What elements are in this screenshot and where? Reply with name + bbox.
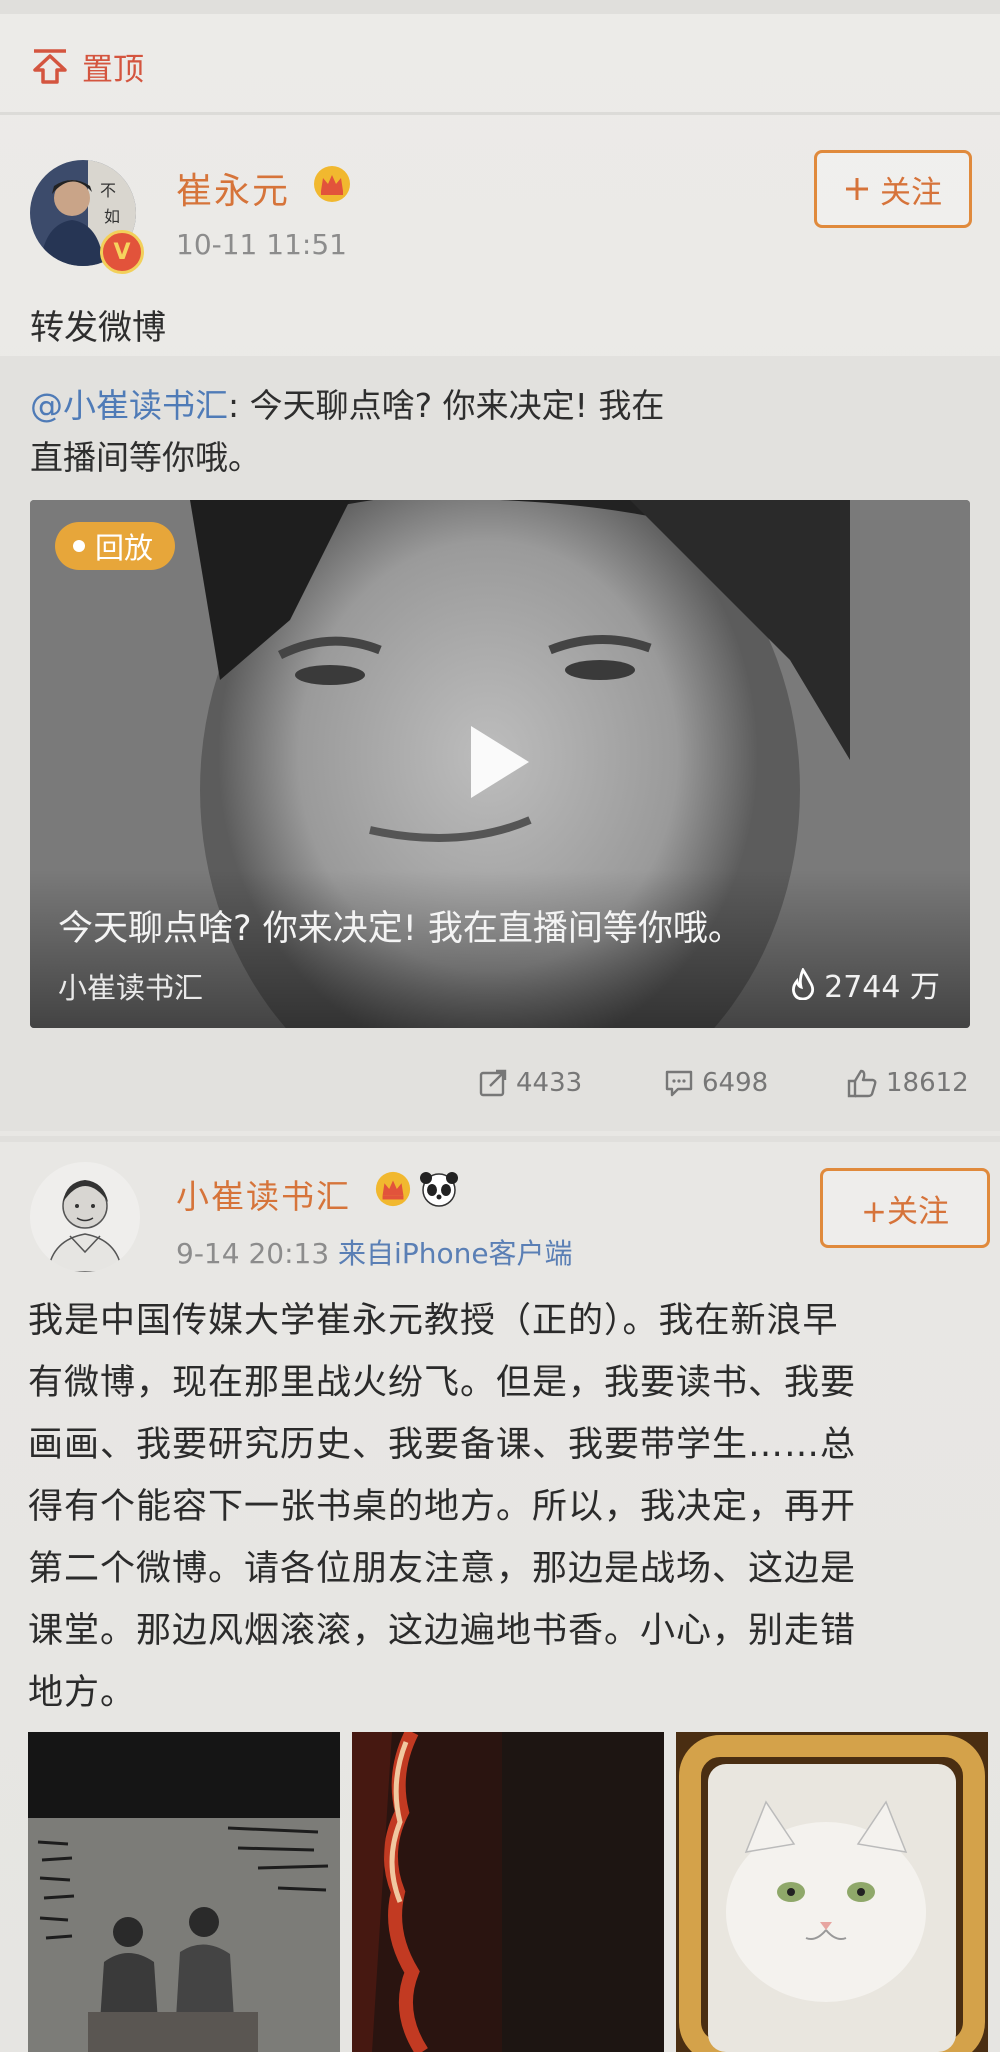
image-thumbnail[interactable] bbox=[352, 1732, 664, 2052]
video-views: 2744 万 bbox=[790, 962, 940, 1006]
repost-action[interactable]: 4433 bbox=[478, 1068, 582, 1098]
image-thumbnail[interactable] bbox=[28, 1732, 340, 2052]
comment-count: 6498 bbox=[702, 1068, 769, 1098]
repost-text: @小崔读书汇: 今天聊点啥? 你来决定! 我在 直播间等你哦。 bbox=[30, 380, 930, 484]
post-source[interactable]: 来自iPhone客户端 bbox=[338, 1237, 573, 1270]
share-icon bbox=[479, 1069, 507, 1097]
panda-icon bbox=[420, 1172, 458, 1207]
post-body-line: 地方。 bbox=[28, 1673, 137, 1713]
video-source[interactable]: 小崔读书汇 bbox=[58, 965, 203, 1007]
pinned-label: 置顶 bbox=[82, 51, 144, 88]
avatar[interactable] bbox=[30, 1162, 140, 1272]
repost-text-line2: 直播间等你哦。 bbox=[30, 438, 261, 477]
repost-text-line1: : 今天聊点啥? 你来决定! 我在 bbox=[228, 386, 665, 425]
post-body-line: 我是中国传媒大学崔永元教授（正的）。我在新浪早 bbox=[28, 1301, 839, 1341]
follow-button[interactable]: +关注 bbox=[820, 1168, 990, 1248]
post-body-line: 画画、我要研究历史、我要备课、我要带学生……总 bbox=[28, 1425, 857, 1465]
pinned-indicator: 置顶 bbox=[30, 44, 144, 88]
divider bbox=[0, 112, 1000, 115]
post-body-line: 有微博，现在那里战火纷飞。但是，我要读书、我要 bbox=[28, 1363, 857, 1403]
author-name[interactable]: 小崔读书汇 bbox=[176, 1170, 351, 1218]
image-thumbnail[interactable] bbox=[676, 1732, 988, 2052]
verified-badge-icon: V bbox=[100, 230, 144, 274]
comment-icon bbox=[665, 1070, 693, 1097]
live-dot-icon bbox=[73, 540, 85, 552]
plus-icon bbox=[846, 178, 868, 200]
author-name[interactable]: 崔永元 bbox=[176, 162, 290, 214]
video-title: 今天聊点啥? 你来决定! 我在直播间等你哦。 bbox=[58, 909, 743, 949]
pin-top-icon bbox=[33, 49, 67, 84]
post-time: 9-14 20:13 bbox=[176, 1237, 330, 1270]
post-body-line: 得有个能容下一张书桌的地方。所以，我决定，再开 bbox=[28, 1487, 857, 1527]
svg-text:如: 如 bbox=[104, 207, 120, 226]
vip-crown-icon bbox=[314, 166, 350, 202]
post-separator bbox=[0, 1136, 1000, 1142]
post-time: 10-11 11:51 bbox=[176, 228, 347, 261]
follow-label: +关注 bbox=[861, 1193, 949, 1230]
views-count: 2744 万 bbox=[824, 970, 940, 1005]
post-text: 转发微博 bbox=[30, 308, 166, 348]
play-icon[interactable] bbox=[465, 722, 535, 802]
mention-link[interactable]: @小崔读书汇 bbox=[30, 386, 228, 425]
video-player[interactable]: 回放 今天聊点啥? 你来决定! 我在直播间等你哦。 小崔读书汇 2744 万 bbox=[30, 500, 970, 1028]
post-body-line: 课堂。那边风烟滚滚，这边遍地书香。小心，别走错 bbox=[28, 1611, 857, 1651]
replay-badge: 回放 bbox=[55, 522, 176, 570]
post-body: 我是中国传媒大学崔永元教授（正的）。我在新浪早 有微博，现在那里战火纷飞。但是，… bbox=[28, 1290, 978, 1724]
svg-text:不: 不 bbox=[100, 181, 116, 200]
follow-button[interactable]: 关注 bbox=[814, 150, 972, 228]
like-action[interactable]: 18612 bbox=[846, 1068, 969, 1098]
fire-icon bbox=[792, 968, 815, 1000]
like-count: 18612 bbox=[886, 1068, 969, 1098]
replay-label: 回放 bbox=[95, 531, 154, 565]
post-meta: 9-14 20:13 来自iPhone客户端 bbox=[176, 1232, 573, 1272]
vip-crown-icon bbox=[375, 1171, 411, 1207]
follow-label: 关注 bbox=[880, 174, 942, 211]
thumbs-up-icon bbox=[847, 1069, 877, 1098]
comment-action[interactable]: 6498 bbox=[664, 1068, 768, 1098]
top-edge bbox=[0, 0, 1000, 14]
post-body-line: 第二个微博。请各位朋友注意，那边是战场、这边是 bbox=[28, 1549, 857, 1589]
repost-count: 4433 bbox=[516, 1068, 583, 1098]
